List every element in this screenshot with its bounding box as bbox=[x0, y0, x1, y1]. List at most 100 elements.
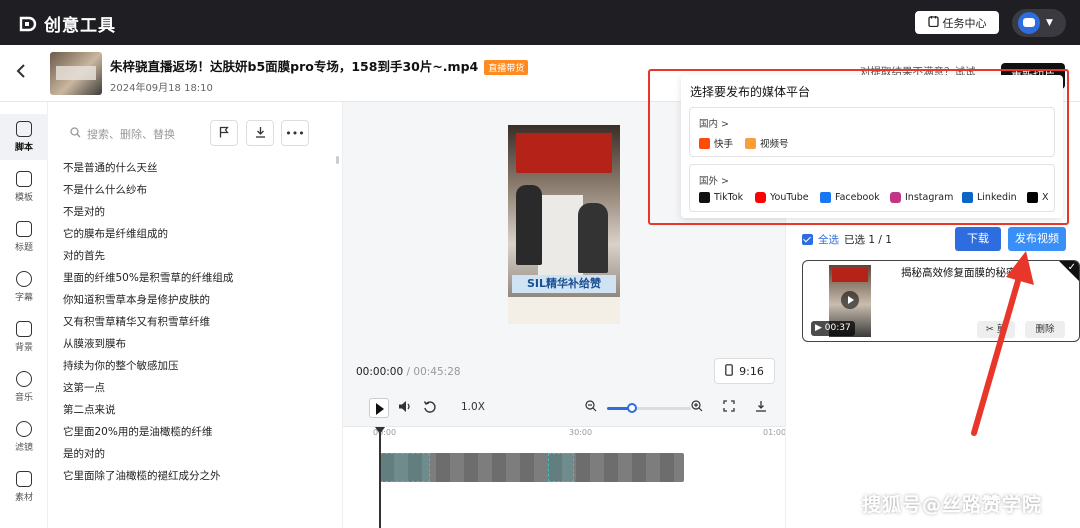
subtitle-icon bbox=[16, 271, 32, 287]
platform-label: Linkedin bbox=[977, 192, 1017, 203]
select-all-checkbox[interactable] bbox=[802, 234, 813, 245]
user-menu[interactable]: ▼ bbox=[1012, 9, 1066, 37]
script-line[interactable]: 你知道积雪草本身是修护皮肤的 bbox=[63, 289, 323, 311]
overseas-label[interactable]: 国外 > bbox=[699, 173, 729, 187]
popup-title: 选择要发布的媒体平台 bbox=[690, 85, 811, 99]
script-line[interactable]: 又有积雪草精华又有积雪草纤维 bbox=[63, 311, 323, 333]
platform-linkedin[interactable]: Linkedin bbox=[962, 192, 1017, 203]
flag-button[interactable] bbox=[210, 120, 238, 146]
scrollbar[interactable] bbox=[336, 156, 339, 164]
script-line[interactable]: 不是普通的什么天丝 bbox=[63, 157, 323, 179]
playhead[interactable] bbox=[375, 427, 385, 528]
replay-icon[interactable] bbox=[423, 400, 437, 417]
play-button[interactable] bbox=[369, 398, 389, 418]
filter-icon bbox=[16, 421, 32, 437]
back-arrow-icon[interactable] bbox=[16, 63, 26, 84]
task-center-label: 任务中心 bbox=[942, 16, 987, 30]
script-icon bbox=[16, 121, 32, 137]
script-line[interactable]: 第二点来说 bbox=[63, 399, 323, 421]
aspect-ratio-button[interactable]: 9:16 bbox=[714, 358, 775, 384]
time-readout: 00:00:00 / 00:45:28 bbox=[356, 366, 461, 378]
platform-youtube[interactable]: YouTube bbox=[755, 192, 809, 203]
platform-label: TikTok bbox=[714, 192, 744, 203]
split-icon[interactable] bbox=[755, 400, 767, 415]
rail-item-background[interactable]: 背景 bbox=[0, 314, 48, 360]
script-line[interactable]: 持续为你的整个敏感加压 bbox=[63, 355, 323, 377]
x-icon bbox=[1027, 192, 1038, 203]
live-badge: 直播带货 bbox=[484, 60, 529, 75]
platform-label: 快手 bbox=[714, 139, 734, 150]
timeline[interactable]: 00:00 30:00 01:00 bbox=[343, 426, 786, 528]
checkmark-icon: ✓ bbox=[1067, 262, 1076, 273]
app-logo[interactable]: 创意工具 bbox=[18, 11, 116, 36]
script-line[interactable]: 是的对的 bbox=[63, 443, 323, 465]
speed-label[interactable]: 1.0X bbox=[461, 401, 485, 413]
rail-label: 音乐 bbox=[14, 393, 33, 403]
watermark: 搜狐号@丝路赞学院 bbox=[862, 494, 1043, 516]
script-line[interactable]: 对的首先 bbox=[63, 245, 323, 267]
download-script-button[interactable] bbox=[246, 120, 274, 146]
clip-selection[interactable] bbox=[380, 453, 430, 482]
platform-instagram[interactable]: Instagram bbox=[890, 192, 953, 203]
search-icon bbox=[70, 127, 81, 141]
script-line[interactable]: 它的膜布是纤维组成的 bbox=[63, 223, 323, 245]
clip-duration-text: 00:37 bbox=[824, 323, 851, 333]
presenter-figure bbox=[578, 203, 608, 273]
script-line[interactable]: 里面的纤维50%是积雪草的纤维组成 bbox=[63, 267, 323, 289]
platform-label: Instagram bbox=[905, 192, 954, 203]
play-icon[interactable] bbox=[841, 291, 859, 309]
file-title: 朱梓骁直播返场！达肤妍b5面膜pro专场，158到手30片~.mp4 直播带货 bbox=[110, 56, 529, 75]
time-total: 00:45:28 bbox=[413, 366, 461, 378]
video-banner: SIL精华补给赞 bbox=[512, 275, 616, 293]
script-search[interactable]: 搜索、删除、替换 bbox=[70, 126, 175, 142]
kuaishou-icon bbox=[699, 137, 710, 149]
script-line[interactable]: 不是什么什么纱布 bbox=[63, 179, 323, 201]
rail-label: 标题 bbox=[14, 243, 33, 253]
platform-x[interactable]: X bbox=[1027, 192, 1049, 203]
rail-item-template[interactable]: 模板 bbox=[0, 164, 48, 210]
rail-item-material[interactable]: 素材 bbox=[0, 464, 48, 510]
clip-selection[interactable] bbox=[548, 453, 574, 482]
ruler-label: 30:00 bbox=[569, 428, 593, 437]
fullscreen-icon[interactable] bbox=[723, 400, 735, 415]
platform-label: YouTube bbox=[770, 192, 809, 203]
product-boxes bbox=[538, 195, 583, 275]
rail-item-script[interactable]: 脚本 bbox=[0, 114, 48, 160]
channels-icon bbox=[745, 137, 756, 149]
rail-item-title[interactable]: 标题 bbox=[0, 214, 48, 260]
task-center-button[interactable]: 任务中心 bbox=[915, 11, 999, 34]
select-all-row[interactable]: 全选 已选 1 / 1 bbox=[802, 232, 892, 247]
script-line[interactable]: 从膜液到膜布 bbox=[63, 333, 323, 355]
zoom-out-icon[interactable] bbox=[585, 400, 597, 415]
top-bar: 创意工具 任务中心 ▼ bbox=[0, 0, 1080, 45]
video-footer bbox=[508, 297, 620, 324]
rail-label: 滤镜 bbox=[14, 443, 33, 453]
zoom-slider[interactable] bbox=[607, 403, 691, 413]
template-icon bbox=[16, 171, 32, 187]
timeline-ruler: 00:00 30:00 01:00 bbox=[343, 427, 786, 441]
zoom-slider-handle[interactable] bbox=[627, 403, 638, 413]
script-line[interactable]: 它里面20%用的是油橄榄的纤维 bbox=[63, 421, 323, 443]
more-button[interactable]: ••• bbox=[281, 120, 309, 146]
platform-tiktok[interactable]: TikTok bbox=[699, 192, 743, 203]
rail-item-music[interactable]: 音乐 bbox=[0, 364, 48, 410]
promo-sticker bbox=[516, 133, 612, 173]
platform-channels[interactable]: 视频号 bbox=[745, 136, 789, 150]
rail-item-subtitle[interactable]: 字幕 bbox=[0, 264, 48, 310]
zoom-in-icon[interactable] bbox=[691, 400, 703, 415]
volume-icon[interactable] bbox=[398, 400, 412, 416]
file-title-text: 朱梓骁直播返场！达肤妍b5面膜pro专场，158到手30片~.mp4 bbox=[110, 59, 479, 74]
caret-down-icon: ▼ bbox=[1046, 18, 1053, 28]
rail-item-filter[interactable]: 滤镜 bbox=[0, 414, 48, 460]
domestic-label[interactable]: 国内 > bbox=[699, 116, 729, 130]
select-all-label[interactable]: 全选 bbox=[818, 232, 839, 247]
platform-facebook[interactable]: Facebook bbox=[820, 192, 880, 203]
clip-duration: ▶ 00:37 bbox=[811, 321, 855, 336]
platform-kuaishou[interactable]: 快手 bbox=[699, 136, 733, 150]
file-thumbnail bbox=[50, 52, 102, 95]
video-preview[interactable]: SIL精华补给赞 bbox=[508, 125, 620, 324]
linkedin-icon bbox=[962, 192, 973, 203]
script-line[interactable]: 这第一点 bbox=[63, 377, 323, 399]
script-line[interactable]: 它里面除了油橄榄的褪红成分之外 bbox=[63, 465, 323, 487]
script-line[interactable]: 不是对的 bbox=[63, 201, 323, 223]
